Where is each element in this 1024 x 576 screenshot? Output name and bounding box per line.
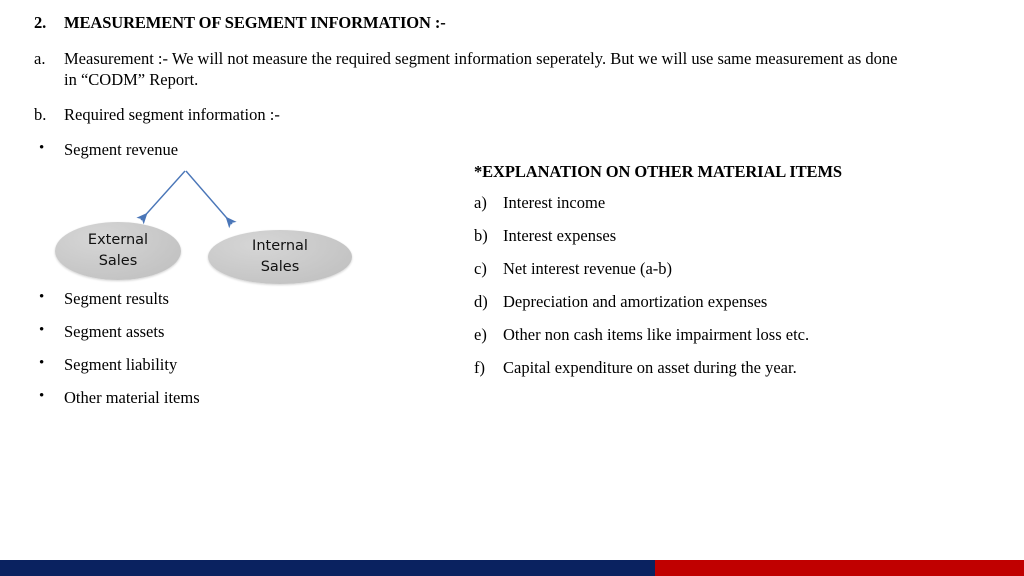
- right-item-e-text: Other non cash items like impairment los…: [503, 324, 810, 344]
- bullet-segment-results: • Segment results: [34, 289, 434, 310]
- arrow-to-internal-sales: [185, 170, 237, 229]
- bullet-other-material-items: • Other material items: [34, 388, 434, 409]
- right-column: *EXPLANATION ON OTHER MATERIAL ITEMS a) …: [474, 162, 994, 391]
- bullet-segment-revenue: • Segment revenue: [34, 140, 884, 161]
- node-internal-sales: Internal Sales: [208, 230, 352, 284]
- bullet-icon: •: [39, 321, 45, 338]
- right-item-e-marker: e): [474, 324, 487, 344]
- node-internal-sales-line2: Sales: [260, 259, 300, 275]
- bullet-icon: •: [39, 354, 45, 371]
- bullet-segment-assets: • Segment assets: [34, 322, 434, 343]
- bullet-segment-revenue-text: Segment revenue: [64, 139, 179, 159]
- left-bullet-list: • Segment results • Segment assets • Seg…: [34, 289, 434, 421]
- sales-split-diagram: External Sales Internal Sales: [40, 160, 380, 290]
- right-item-f-marker: f): [474, 357, 485, 377]
- right-column-title: *EXPLANATION ON OTHER MATERIAL ITEMS: [474, 162, 843, 181]
- bullet-segment-assets-text: Segment assets: [64, 321, 165, 341]
- right-item-c-text: Net interest revenue (a-b): [503, 258, 673, 278]
- node-external-sales-line1: External: [87, 232, 149, 249]
- list-item-b-marker: b.: [34, 104, 47, 124]
- right-item-c: c) Net interest revenue (a-b): [474, 259, 994, 280]
- list-item-a-marker: a.: [34, 49, 46, 68]
- right-item-b-marker: b): [474, 225, 488, 245]
- bullet-other-material-items-text: Other material items: [64, 387, 200, 407]
- right-item-f-text: Capital expenditure on asset during the …: [503, 357, 797, 377]
- arrow-to-external-sales: [136, 170, 186, 225]
- right-item-d-text: Depreciation and amortization expenses: [503, 291, 768, 311]
- right-item-e: e) Other non cash items like impairment …: [474, 325, 994, 346]
- right-item-a-marker: a): [474, 193, 487, 212]
- list-item-a: a. Measurement :- We will not measure th…: [34, 49, 909, 91]
- slide-canvas: 2. MEASUREMENT OF SEGMENT INFORMATION :- …: [0, 0, 1024, 576]
- right-item-d: d) Depreciation and amortization expense…: [474, 292, 994, 313]
- right-item-d-marker: d): [474, 291, 488, 311]
- footer-bar: [0, 560, 1024, 576]
- list-item-a-text: Measurement :- We will not measure the r…: [64, 49, 898, 89]
- right-item-a: a) Interest income: [474, 193, 994, 214]
- page-title: 2. MEASUREMENT OF SEGMENT INFORMATION :-: [34, 13, 934, 33]
- bullet-icon: •: [39, 139, 45, 156]
- node-external-sales-line2: Sales: [98, 253, 138, 269]
- right-item-b-text: Interest expenses: [503, 225, 617, 245]
- right-item-a-text: Interest income: [503, 193, 606, 212]
- bullet-icon: •: [39, 289, 45, 305]
- list-item-b-text: Required segment information :-: [64, 104, 280, 124]
- bullet-segment-results-text: Segment results: [64, 289, 169, 308]
- node-internal-sales-line1: Internal: [252, 238, 308, 255]
- bullet-icon: •: [39, 387, 45, 404]
- right-item-c-marker: c): [474, 258, 487, 278]
- page-title-text: MEASUREMENT OF SEGMENT INFORMATION :-: [64, 13, 446, 32]
- right-item-b: b) Interest expenses: [474, 226, 994, 247]
- node-external-sales: External Sales: [55, 222, 181, 280]
- bullet-segment-liability-text: Segment liability: [64, 354, 178, 374]
- footer-bar-blue: [0, 560, 655, 576]
- footer-bar-red: [655, 560, 1024, 576]
- page-title-marker: 2.: [34, 13, 47, 32]
- list-item-b: b. Required segment information :-: [34, 105, 884, 126]
- bullet-segment-liability: • Segment liability: [34, 355, 434, 376]
- left-column: a. Measurement :- We will not measure th…: [34, 49, 898, 171]
- right-item-f: f) Capital expenditure on asset during t…: [474, 358, 994, 379]
